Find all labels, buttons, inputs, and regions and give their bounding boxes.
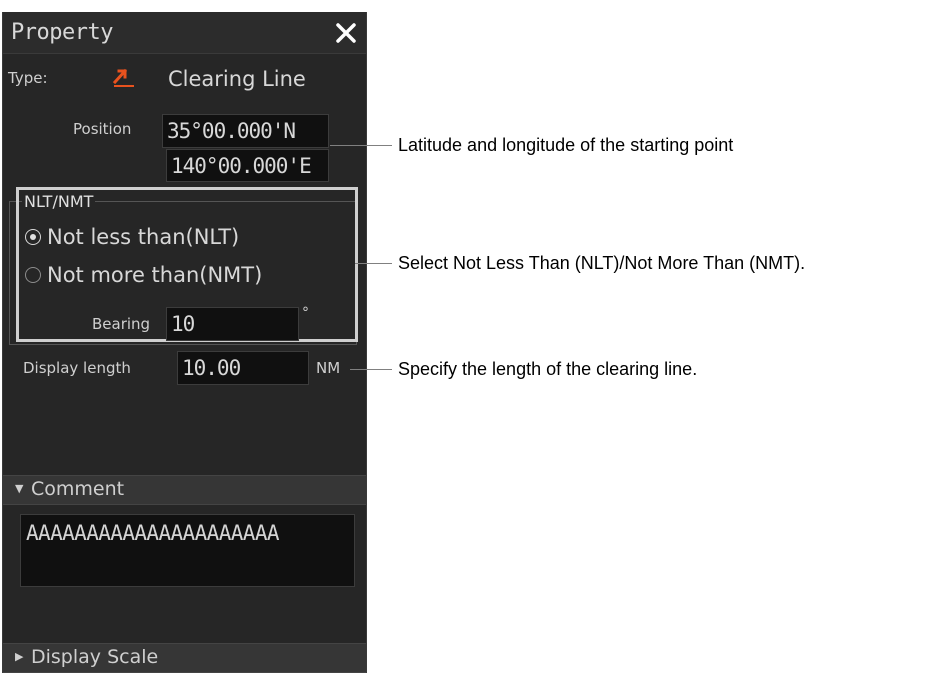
degree-unit: ° [302, 305, 309, 321]
clearing-line-icon [112, 68, 134, 87]
position-label: Position [73, 120, 132, 138]
property-panel: Property Type: Clearing Line Position 35… [2, 12, 367, 673]
title-bar: Property [3, 12, 366, 54]
display-length-unit: NM [316, 359, 341, 377]
radio-button-unselected[interactable] [25, 267, 41, 283]
radio-nmt[interactable]: Not more than(NMT) [25, 263, 262, 287]
display-length-label: Display length [23, 359, 131, 377]
bearing-label: Bearing [92, 315, 151, 333]
chevron-right-icon: ▶ [15, 650, 24, 663]
display-scale-section-label: Display Scale [31, 646, 159, 668]
comment-textarea[interactable]: AAAAAAAAAAAAAAAAAAAAA [20, 514, 355, 587]
bearing-field[interactable]: 10 [166, 307, 299, 341]
callout-line-length [350, 369, 392, 370]
radio-nmt-label: Not more than(NMT) [47, 263, 263, 287]
type-value: Clearing Line [168, 67, 306, 91]
close-icon [336, 23, 356, 43]
display-length-field[interactable]: 10.00 [177, 351, 309, 385]
chevron-down-icon: ▼ [15, 482, 24, 495]
comment-section-label: Comment [31, 478, 125, 500]
display-scale-section-header[interactable]: ▶ Display Scale [3, 643, 366, 673]
radio-button-selected[interactable] [25, 229, 41, 245]
callout-position: Latitude and longitude of the starting p… [398, 135, 734, 155]
panel-title: Property [11, 20, 113, 45]
nlt-nmt-legend: NLT/NMT [22, 192, 96, 211]
type-label: Type: [8, 69, 48, 87]
longitude-field[interactable]: 140°00.000'E [166, 149, 329, 182]
close-button[interactable] [331, 18, 361, 48]
callout-length: Specify the length of the clearing line. [398, 359, 698, 379]
callout-line-nlt-nmt [355, 263, 392, 264]
comment-section-header[interactable]: ▼ Comment [3, 475, 366, 505]
callout-nlt-nmt: Select Not Less Than (NLT)/Not More Than… [398, 253, 806, 273]
radio-nlt[interactable]: Not less than(NLT) [25, 225, 239, 249]
radio-nlt-label: Not less than(NLT) [47, 225, 240, 249]
latitude-field[interactable]: 35°00.000'N [162, 114, 329, 148]
callout-line-position [330, 145, 392, 146]
